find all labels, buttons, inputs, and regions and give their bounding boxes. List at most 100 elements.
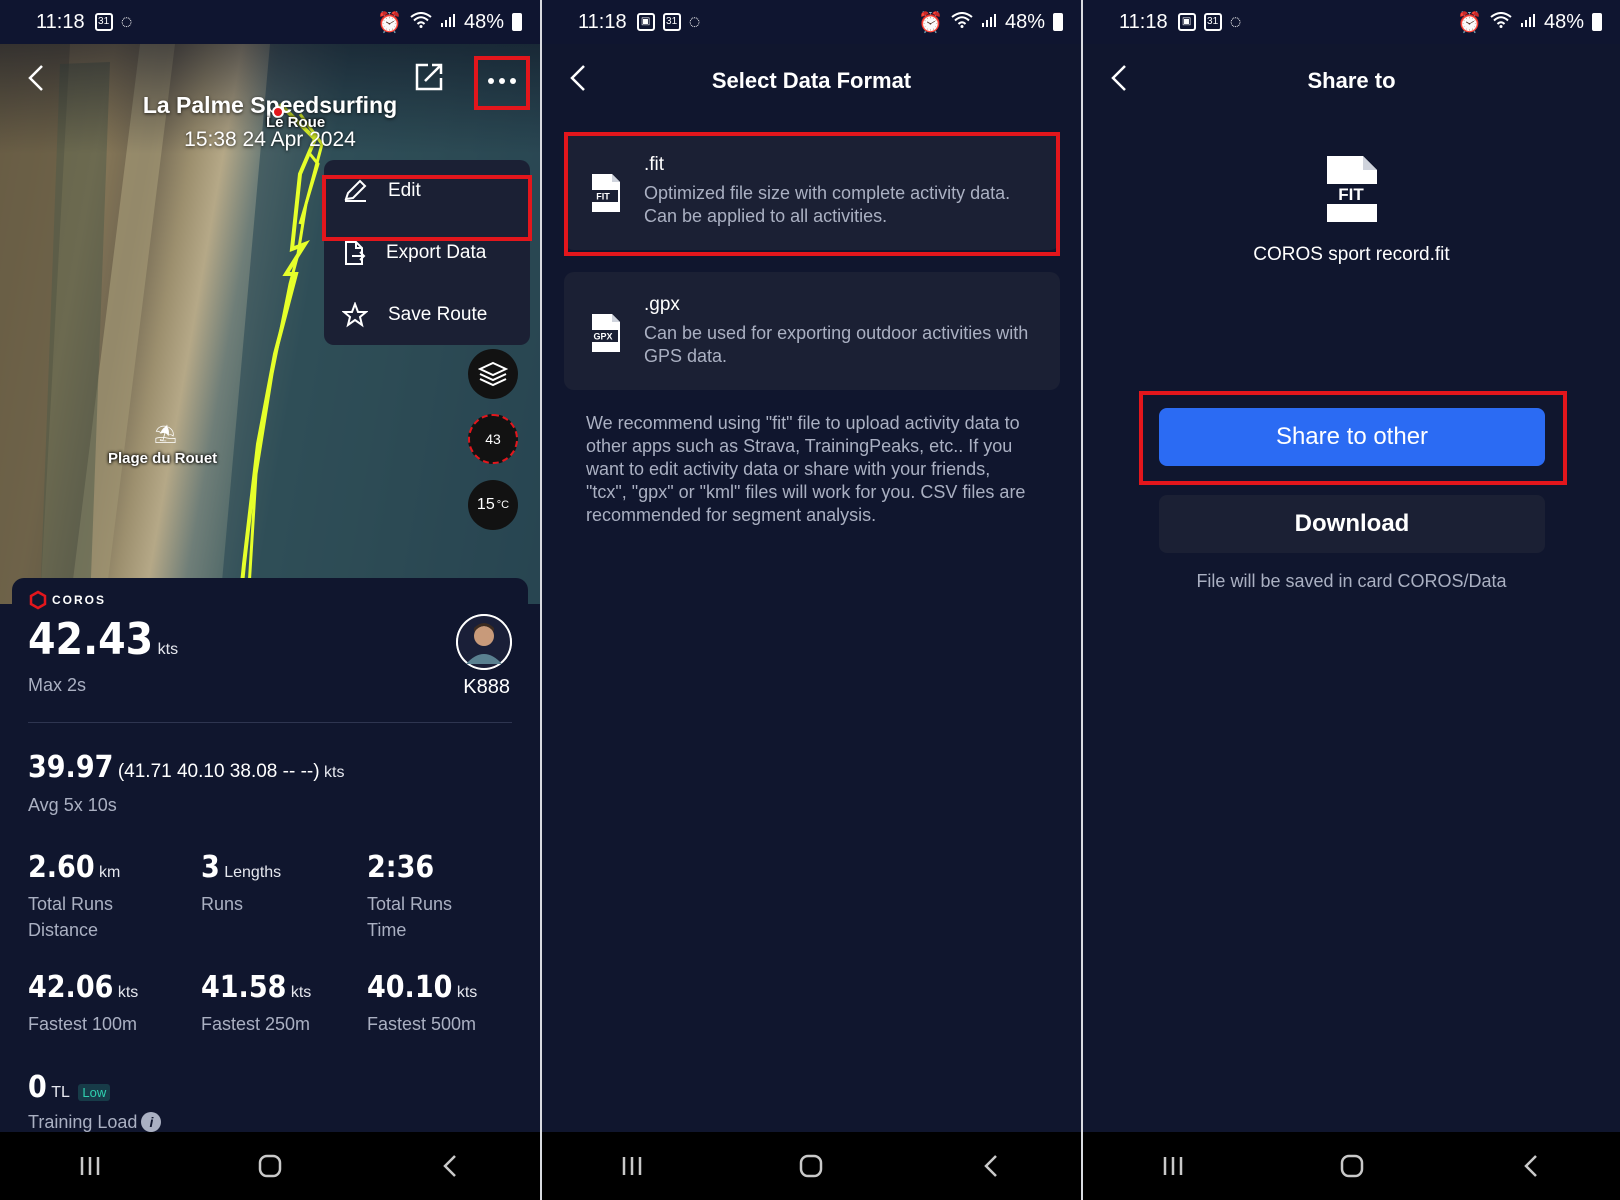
map-layers-button[interactable] xyxy=(468,349,518,399)
highlight-export-data xyxy=(322,175,532,241)
recent-apps-button[interactable] xyxy=(602,1146,662,1186)
coros-logo-icon xyxy=(29,590,47,610)
wifi-icon xyxy=(1490,11,1512,34)
metric-fastest-250m: 41.58 kts Fastest 250m xyxy=(201,970,371,1037)
activity-date: 15:38 24 Apr 2024 xyxy=(184,128,356,151)
metric-unit: kts xyxy=(117,984,139,1001)
status-bar: 11:18 31 ◌ ⏰ 48% xyxy=(0,0,540,44)
gallery-icon: ▣ xyxy=(636,13,655,31)
gpx-icon-text: GPX xyxy=(593,332,612,342)
system-back-icon xyxy=(1523,1155,1537,1177)
compass-value: 43 xyxy=(485,431,501,447)
share-icon xyxy=(415,63,443,91)
recent-apps-button[interactable] xyxy=(1143,1146,1203,1186)
home-button[interactable] xyxy=(240,1146,300,1186)
training-load-badge: Low xyxy=(78,1084,111,1101)
max-speed-value: 42.43 xyxy=(28,614,154,665)
save-location-note: File will be saved in card COROS/Data xyxy=(1196,571,1507,591)
menu-item-label: Save Route xyxy=(388,304,488,325)
divider xyxy=(28,722,512,723)
highlight-fit-option xyxy=(564,132,1060,256)
star-icon xyxy=(342,302,368,328)
alarm-icon: ⏰ xyxy=(918,11,943,34)
format-option-gpx[interactable]: GPX .gpx Can be used for exporting outdo… xyxy=(564,272,1060,390)
metric-label: Total Runs Time xyxy=(367,894,453,940)
fit-file-icon: FIT xyxy=(1321,156,1381,222)
metric-value: 40.10 xyxy=(367,970,453,1005)
status-bar: 11:18 ▣ 31 ◌ ⏰ 48% xyxy=(1083,0,1620,44)
file-icon-text: FIT xyxy=(1338,185,1364,204)
signal-icon xyxy=(1520,11,1536,34)
system-nav-bar xyxy=(1083,1132,1620,1200)
metric-label: Fastest 500m xyxy=(367,1014,477,1034)
recent-apps-icon xyxy=(1163,1157,1182,1175)
metric-training-load: 0 TL Low Training Load i xyxy=(28,1070,162,1135)
activity-map[interactable]: La Palme Speedsurfing 15:38 24 Apr 2024 … xyxy=(0,44,540,604)
battery-level: 48% xyxy=(1543,10,1584,33)
sync-icon: ◌ xyxy=(688,10,701,33)
system-back-icon xyxy=(443,1155,456,1177)
system-back-button[interactable] xyxy=(1501,1146,1561,1186)
metric-value: 0 xyxy=(28,1070,47,1105)
map-place-label: Le Roue xyxy=(266,114,326,131)
avg-speed-unit: kts xyxy=(324,764,345,781)
system-back-button[interactable] xyxy=(420,1146,480,1186)
highlight-more-options xyxy=(474,56,530,110)
alarm-icon: ⏰ xyxy=(377,11,402,34)
metric-runs: 3 Lengths Runs xyxy=(201,850,361,917)
activity-screen: 11:18 31 ◌ ⏰ 48% La Palme Speedsurfing 1… xyxy=(0,0,540,1200)
temperature-badge: 15 °C xyxy=(468,480,518,530)
metric-fastest-100m: 42.06 kts Fastest 100m xyxy=(28,970,198,1037)
temperature-unit: °C xyxy=(496,499,510,511)
file-name: COROS sport record.fit xyxy=(1253,244,1450,265)
alarm-icon: ⏰ xyxy=(1457,11,1482,34)
home-icon xyxy=(258,1154,282,1178)
metric-value: 41.58 xyxy=(201,970,287,1005)
stats-card: COROS 42.43 kts Max 2s K888 39.97 (41.71… xyxy=(12,578,528,1132)
system-back-button[interactable] xyxy=(961,1146,1021,1186)
metric-label: Runs xyxy=(201,894,244,914)
battery-level: 48% xyxy=(1004,10,1045,33)
metric-unit: km xyxy=(99,864,121,881)
temperature-value: 15 xyxy=(476,496,495,513)
map-beach-label: Plage du Rouet xyxy=(108,450,218,467)
brand-name: COROS xyxy=(52,593,107,607)
battery-icon xyxy=(512,13,522,31)
menu-item-save-route[interactable]: Save Route xyxy=(324,284,530,346)
user-avatar-icon xyxy=(456,614,512,670)
battery-icon xyxy=(1592,13,1602,31)
home-button[interactable] xyxy=(781,1146,841,1186)
system-back-icon xyxy=(984,1155,998,1177)
recent-apps-button[interactable] xyxy=(60,1146,120,1186)
metric-unit: kts xyxy=(456,984,478,1001)
format-screen: 11:18 ▣ 31 ◌ ⏰ 48% Select Data Format FI… xyxy=(542,0,1081,1200)
avatar[interactable] xyxy=(456,614,512,670)
gallery-icon: ▣ xyxy=(1177,13,1196,31)
home-button[interactable] xyxy=(1322,1146,1382,1186)
status-bar: 11:18 ▣ 31 ◌ ⏰ 48% xyxy=(542,0,1081,44)
share-button[interactable] xyxy=(412,60,452,100)
wifi-icon xyxy=(951,11,973,34)
metric-label: Fastest 250m xyxy=(201,1014,311,1034)
metric-fastest-500m: 40.10 kts Fastest 500m xyxy=(367,970,517,1037)
page-title: Share to xyxy=(1307,68,1396,93)
wifi-icon xyxy=(410,11,432,34)
avg-speed-value: 39.97 xyxy=(28,750,114,785)
beach-icon: ⛱ xyxy=(154,424,177,444)
metric-label: Total Runs Distance xyxy=(28,894,114,940)
avg-speed-detail: (41.71 40.10 38.08 -- --) xyxy=(117,761,320,782)
status-time: 11:18 xyxy=(578,10,627,33)
info-icon[interactable]: i xyxy=(141,1112,162,1132)
sync-icon: ◌ xyxy=(120,10,133,33)
download-button[interactable]: Download xyxy=(1159,495,1545,553)
compass-button[interactable]: 43 xyxy=(468,414,518,464)
max-speed-label: Max 2s xyxy=(28,675,87,695)
gpx-file-icon: GPX xyxy=(588,314,620,352)
recommendation-text: We recommend using "fit" file to upload … xyxy=(586,413,1026,525)
battery-level: 48% xyxy=(463,10,504,33)
calendar-icon: 31 xyxy=(94,13,113,31)
system-nav-bar xyxy=(542,1132,1081,1200)
metric-label: Fastest 100m xyxy=(28,1014,138,1034)
metric-unit: kts xyxy=(290,984,312,1001)
signal-icon xyxy=(440,11,456,34)
